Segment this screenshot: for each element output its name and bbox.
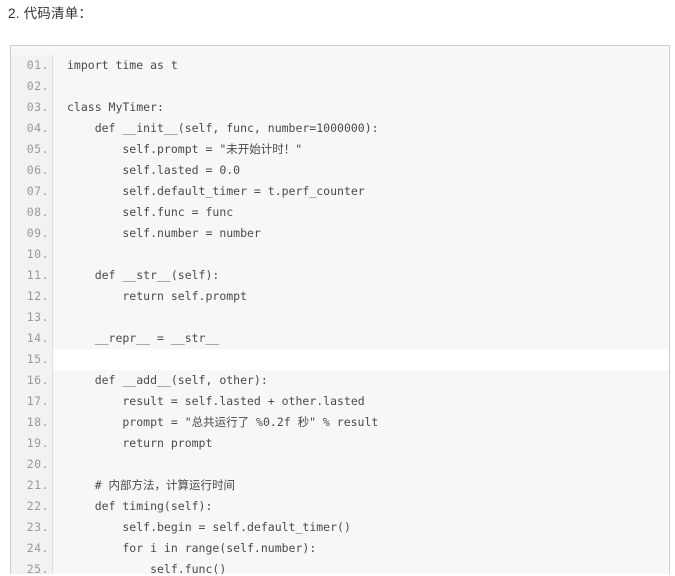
code-line-text: return prompt	[67, 436, 213, 450]
code-line: 21. # 内部方法，计算运行时间	[11, 475, 669, 496]
line-number: 07.	[11, 181, 53, 202]
code-line-text: def __init__(self, func, number=1000000)…	[67, 121, 379, 135]
line-number: 03.	[11, 97, 53, 118]
code-line: 08. self.func = func	[11, 202, 669, 223]
line-number: 01.	[11, 55, 53, 76]
code-line-text: import time as t	[67, 58, 178, 72]
line-number: 18.	[11, 412, 53, 433]
line-number: 15.	[11, 349, 53, 370]
line-number: 08.	[11, 202, 53, 223]
code-line-text: def __str__(self):	[67, 268, 220, 282]
code-line: 06. self.lasted = 0.0	[11, 160, 669, 181]
code-line: 20.	[11, 454, 669, 475]
line-number: 13.	[11, 307, 53, 328]
line-number: 14.	[11, 328, 53, 349]
code-line-text: def timing(self):	[67, 499, 213, 513]
line-number: 05.	[11, 139, 53, 160]
code-line-text: self.func()	[67, 562, 227, 574]
code-line-text	[53, 307, 669, 328]
page-title: 2. 代码清单：	[8, 6, 93, 21]
code-line-text: # 内部方法，计算运行时间	[67, 478, 236, 492]
code-line-text	[53, 244, 669, 265]
code-line: 16. def __add__(self, other):	[11, 370, 669, 391]
code-line-text: self.func = func	[67, 205, 234, 219]
code-line: 24. for i in range(self.number):	[11, 538, 669, 559]
code-line: 23. self.begin = self.default_timer()	[11, 517, 669, 538]
line-number: 04.	[11, 118, 53, 139]
code-line-text: result = self.lasted + other.lasted	[67, 394, 365, 408]
line-number: 25.	[11, 559, 53, 574]
code-line: 22. def timing(self):	[11, 496, 669, 517]
code-line-text: __repr__ = __str__	[67, 331, 220, 345]
line-number: 02.	[11, 76, 53, 97]
code-line: 03. class MyTimer:	[11, 97, 669, 118]
code-line: 09. self.number = number	[11, 223, 669, 244]
code-line: 19. return prompt	[11, 433, 669, 454]
code-line: 11. def __str__(self):	[11, 265, 669, 286]
code-line-text: for i in range(self.number):	[67, 541, 317, 555]
code-line-text: prompt = "总共运行了 %0.2f 秒" % result	[67, 415, 379, 429]
code-line: 15.	[11, 349, 669, 370]
code-line: 04. def __init__(self, func, number=1000…	[11, 118, 669, 139]
code-line-text: self.prompt = "未开始计时！"	[67, 142, 303, 156]
code-line: 17. result = self.lasted + other.lasted	[11, 391, 669, 412]
code-line: 13.	[11, 307, 669, 328]
code-block[interactable]: 01. import time as t 02. 03. class MyTimer: 0…	[10, 45, 670, 574]
code-line-text: self.begin = self.default_timer()	[67, 520, 351, 534]
code-line-text: self.number = number	[67, 226, 261, 240]
code-line-text	[53, 76, 669, 97]
line-number: 16.	[11, 370, 53, 391]
line-number: 23.	[11, 517, 53, 538]
code-line-list: 01. import time as t 02. 03. class MyTimer: 0…	[11, 46, 669, 574]
code-line: 12. return self.prompt	[11, 286, 669, 307]
code-line: 01. import time as t	[11, 55, 669, 76]
code-line-text	[53, 454, 669, 475]
code-line: 10.	[11, 244, 669, 265]
code-line: 14. __repr__ = __str__	[11, 328, 669, 349]
code-line: 18. prompt = "总共运行了 %0.2f 秒" % result	[11, 412, 669, 433]
line-number: 20.	[11, 454, 53, 475]
line-number: 06.	[11, 160, 53, 181]
code-line: 02.	[11, 76, 669, 97]
code-line: 05. self.prompt = "未开始计时！"	[11, 139, 669, 160]
line-number: 22.	[11, 496, 53, 517]
line-number: 17.	[11, 391, 53, 412]
line-number: 24.	[11, 538, 53, 559]
code-line: 25. self.func()	[11, 559, 669, 574]
line-number: 12.	[11, 286, 53, 307]
code-line-text	[53, 349, 669, 370]
line-number: 10.	[11, 244, 53, 265]
line-number: 21.	[11, 475, 53, 496]
line-number: 09.	[11, 223, 53, 244]
code-line-text: def __add__(self, other):	[67, 373, 268, 387]
line-number: 11.	[11, 265, 53, 286]
line-number: 19.	[11, 433, 53, 454]
code-line: 07. self.default_timer = t.perf_counter	[11, 181, 669, 202]
code-line-text: class MyTimer:	[67, 100, 164, 114]
code-line-text: self.lasted = 0.0	[67, 163, 241, 177]
code-line-text: self.default_timer = t.perf_counter	[67, 184, 365, 198]
code-line-text: return self.prompt	[67, 289, 248, 303]
